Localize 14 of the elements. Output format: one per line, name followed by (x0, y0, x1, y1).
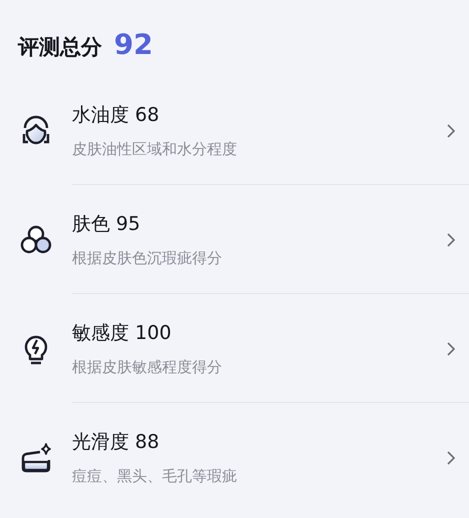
metric-description: 根据皮肤色沉瑕疵得分 (72, 249, 223, 268)
metric-description: 皮肤油性区域和水分程度 (72, 140, 238, 159)
chevron-icon[interactable] (447, 124, 455, 138)
score-label: 评测总分 (18, 34, 102, 61)
metric-description: 痘痘、黑头、毛孔等瑕疵 (72, 467, 238, 486)
total-score: 92 (114, 28, 153, 61)
metric-title: 肤色 95 (72, 212, 142, 237)
chevron-icon[interactable] (447, 232, 455, 246)
chevron-icon[interactable] (447, 450, 455, 464)
metric-title: 光滑度 88 (72, 430, 160, 455)
metric-title: 敏感度 100 (72, 321, 172, 346)
chevron-icon[interactable] (447, 342, 455, 356)
metric-title: 水油度 68 (72, 103, 160, 128)
metric-description: 根据皮肤敏感程度得分 (72, 358, 223, 377)
